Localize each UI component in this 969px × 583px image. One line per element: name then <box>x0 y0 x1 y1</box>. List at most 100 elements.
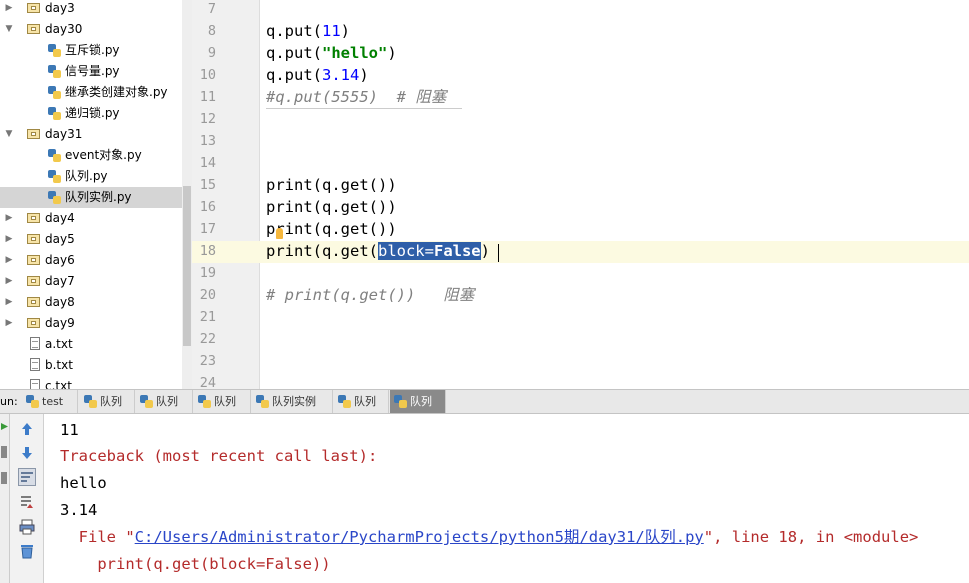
collapse-arrow-icon[interactable]: ▼ <box>4 19 14 40</box>
tree-item[interactable]: ▼ day30 <box>0 19 182 40</box>
text-file-icon <box>30 358 40 371</box>
tree-item[interactable]: 信号量.py <box>0 61 182 82</box>
project-tree: ▶ day3 ▼ day30 互斥锁.py 信号量.py 继承类创建对象.py 递归锁.py ▼… <box>0 0 192 389</box>
tree-item[interactable]: ▶ day9 <box>0 313 182 334</box>
line-number: 7 <box>207 1 216 17</box>
line-number: 14 <box>199 155 216 171</box>
stop-icon[interactable] <box>1 446 7 458</box>
folder-icon <box>27 24 40 34</box>
line-number: 23 <box>199 353 216 369</box>
expand-arrow-icon[interactable]: ▶ <box>4 292 14 313</box>
tree-item[interactable]: ▶ day7 <box>0 271 182 292</box>
code-line-8[interactable]: q.put(11) <box>266 20 350 42</box>
run-tab[interactable]: test <box>22 390 78 413</box>
tree-item[interactable]: 互斥锁.py <box>0 40 182 61</box>
tree-item-label: 信号量.py <box>65 64 120 78</box>
tree-item[interactable]: a.txt <box>0 334 182 355</box>
scroll-to-end-icon[interactable] <box>18 494 36 512</box>
expand-arrow-icon[interactable]: ▶ <box>4 229 14 250</box>
expand-arrow-icon[interactable]: ▶ <box>4 313 14 334</box>
code-line-17[interactable]: print(q.get()) <box>266 218 397 240</box>
tree-item[interactable]: 递归锁.py <box>0 103 182 124</box>
lightbulb-icon[interactable] <box>276 228 283 239</box>
number-literal: 3.14 <box>322 66 360 84</box>
expand-arrow-icon[interactable]: ▶ <box>4 208 14 229</box>
console-error-line: Traceback (most recent call last): <box>60 447 378 465</box>
folder-icon <box>27 234 40 244</box>
python-file-icon <box>48 86 61 99</box>
run-label: un: <box>0 395 18 408</box>
tree-item[interactable]: ▶ day5 <box>0 229 182 250</box>
run-left-strip <box>0 414 10 583</box>
tree-item[interactable]: 队列.py <box>0 166 182 187</box>
code-text: ) <box>359 66 369 84</box>
tree-item-label: day4 <box>45 211 75 225</box>
tree-item[interactable]: ▶ day4 <box>0 208 182 229</box>
tree-item[interactable]: b.txt <box>0 355 182 376</box>
project-tree-scroll-thumb[interactable] <box>183 186 191 346</box>
code-line-20[interactable]: # print(q.get()) 阻塞 <box>266 284 474 306</box>
tree-item-label: 队列.py <box>65 169 108 183</box>
python-run-icon <box>84 395 97 408</box>
tree-item[interactable]: ▶ day6 <box>0 250 182 271</box>
tree-item-label: a.txt <box>45 337 73 351</box>
run-tab-label: 队列 <box>100 395 122 408</box>
code-text: q.put( <box>266 66 322 84</box>
run-tool-window-tabs: un: test 队列 队列 队列 队列实例 队列 队列 <box>0 389 969 414</box>
tree-item[interactable]: ▶ day8 <box>0 292 182 313</box>
tree-item[interactable]: c.txt <box>0 376 182 389</box>
console-error-line: print(q.get(block=False)) <box>60 555 331 573</box>
line-number: 9 <box>207 45 216 61</box>
expand-arrow-icon[interactable]: ▶ <box>4 271 14 292</box>
code-text: print(q.get( <box>266 242 378 260</box>
python-run-icon <box>256 395 269 408</box>
run-tab[interactable]: 队列 <box>390 390 446 413</box>
run-tab[interactable]: 队列 <box>80 390 135 413</box>
code-line-10[interactable]: q.put(3.14) <box>266 64 369 86</box>
error-file-link[interactable]: C:/Users/Administrator/PycharmProjects/p… <box>135 528 704 546</box>
line-number: 24 <box>199 375 216 391</box>
trash-icon[interactable] <box>18 542 36 560</box>
console-toolbar <box>10 414 44 583</box>
run-tab[interactable]: 队列 <box>136 390 193 413</box>
code-line-15[interactable]: print(q.get()) <box>266 174 397 196</box>
up-arrow-icon[interactable] <box>18 420 36 438</box>
python-file-icon <box>48 107 61 120</box>
print-icon[interactable] <box>18 518 36 536</box>
tree-item[interactable]: ▶ day3 <box>0 0 182 19</box>
run-tab-label: 队列实例 <box>272 395 316 408</box>
python-run-icon <box>394 395 407 408</box>
down-arrow-icon[interactable] <box>18 444 36 462</box>
console-output-line: 11 <box>60 421 79 439</box>
collapse-arrow-icon[interactable]: ▼ <box>4 124 14 145</box>
expand-arrow-icon[interactable]: ▶ <box>4 0 14 19</box>
text-file-icon <box>30 379 40 389</box>
python-run-icon <box>338 395 351 408</box>
tree-item[interactable]: 继承类创建对象.py <box>0 82 182 103</box>
tree-item-label: 互斥锁.py <box>65 43 120 57</box>
soft-wrap-icon[interactable] <box>18 468 36 486</box>
tree-item-label: b.txt <box>45 358 73 372</box>
tree-item-label: day5 <box>45 232 75 246</box>
run-tab-label: 队列 <box>410 395 432 408</box>
code-line-18[interactable]: print(q.get(block=False) <box>266 240 490 262</box>
tree-item-label: day7 <box>45 274 75 288</box>
tree-item[interactable]: 队列实例.py <box>0 187 182 208</box>
expand-arrow-icon[interactable]: ▶ <box>4 250 14 271</box>
code-line-9[interactable]: q.put("hello") <box>266 42 397 64</box>
selected-keyword-arg: block= <box>377 242 434 260</box>
pause-icon[interactable] <box>1 472 7 484</box>
run-icon[interactable] <box>0 422 9 431</box>
tree-item-label: day31 <box>45 127 83 141</box>
line-number: 19 <box>199 265 216 281</box>
run-tab[interactable]: 队列实例 <box>252 390 333 413</box>
tree-item[interactable]: event对象.py <box>0 145 182 166</box>
tree-item-label: c.txt <box>45 379 72 389</box>
selected-text[interactable]: block=False <box>377 242 481 260</box>
tree-item[interactable]: ▼ day31 <box>0 124 182 145</box>
folder-icon <box>27 3 40 13</box>
run-tab[interactable]: 队列 <box>334 390 389 413</box>
line-number: 16 <box>199 199 216 215</box>
code-line-11[interactable]: #q.put(5555) # 阻塞 <box>266 86 446 108</box>
code-line-16[interactable]: print(q.get()) <box>266 196 397 218</box>
